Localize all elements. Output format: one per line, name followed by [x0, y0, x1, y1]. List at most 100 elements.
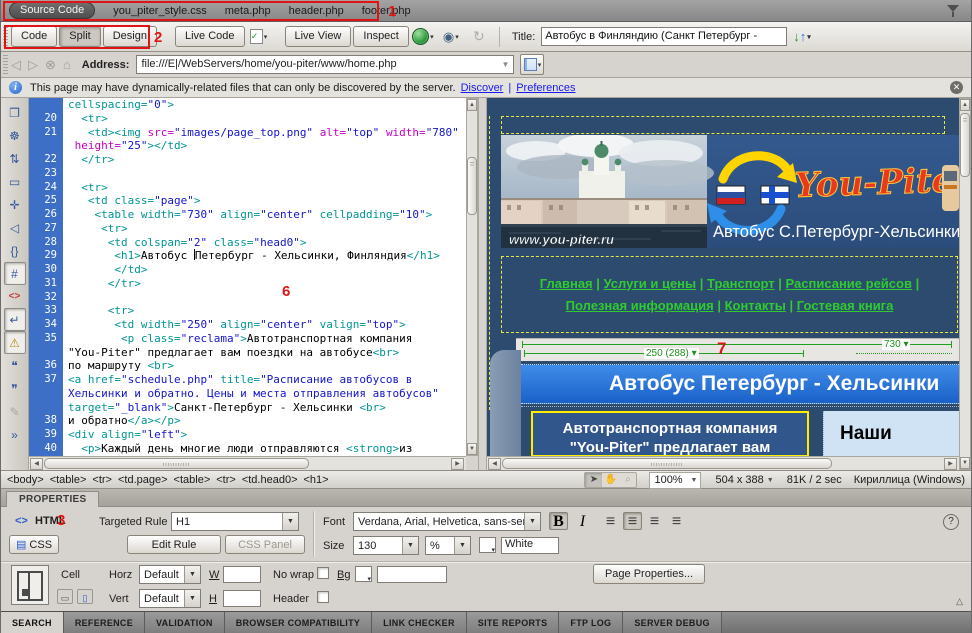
- nav-link[interactable]: Транспорт: [707, 276, 775, 291]
- file-management-icon[interactable]: ↓↑▾: [793, 29, 811, 44]
- inspect-button[interactable]: Inspect: [353, 26, 408, 47]
- preferences-link[interactable]: Preferences: [516, 82, 575, 94]
- results-tab-search[interactable]: SEARCH: [1, 612, 64, 633]
- pane-splitter[interactable]: [478, 98, 487, 470]
- select-tool-icon[interactable]: ➤: [585, 473, 602, 487]
- title-input[interactable]: Автобус в Финляндию (Санкт Петербург - Х…: [541, 27, 787, 46]
- zoom-level-select[interactable]: 100%▼: [649, 472, 701, 489]
- address-input[interactable]: file:///E|/WebServers/home/you-piter/www…: [136, 55, 514, 74]
- split-view-button[interactable]: Split: [59, 26, 100, 47]
- design-horizontal-scrollbar[interactable]: ◀ ▶: [487, 456, 959, 470]
- address-dropdown-icon[interactable]: ▼: [502, 56, 510, 73]
- bold-button[interactable]: B: [549, 512, 568, 530]
- size-select[interactable]: 130▼: [353, 536, 419, 555]
- visual-aids-icon[interactable]: ◉▾: [439, 27, 463, 47]
- source-code-tab[interactable]: Source Code: [9, 2, 95, 19]
- align-left-button[interactable]: ≡: [601, 512, 620, 530]
- results-tab-ftp-log[interactable]: FTP LOG: [559, 612, 623, 633]
- results-tab-browser-compatibility[interactable]: BROWSER COMPATIBILITY: [225, 612, 372, 633]
- line-numbers-icon[interactable]: #: [4, 262, 26, 285]
- h1-banner[interactable]: Автобус Петербург - Хельсинки: [521, 364, 959, 404]
- filter-related-files-icon[interactable]: [947, 5, 959, 17]
- edit-rule-button[interactable]: Edit Rule: [127, 535, 221, 554]
- align-center-button[interactable]: ≡: [623, 512, 642, 530]
- code-horizontal-scrollbar[interactable]: ◀ ▶: [29, 456, 466, 470]
- bg-color-swatch[interactable]: [355, 566, 372, 582]
- related-file-tab[interactable]: meta.php: [225, 5, 271, 17]
- split-cell-icon[interactable]: ▯: [77, 589, 93, 604]
- table-width-bar[interactable]: 730 ▾ 250 (288) ▾: [516, 338, 959, 361]
- nav-link[interactable]: Полезная информация: [566, 298, 714, 313]
- tag-selector-item[interactable]: <td.head0>: [242, 474, 298, 486]
- discover-link[interactable]: Discover: [461, 82, 504, 94]
- design-vertical-scrollbar[interactable]: ▲ ▼: [959, 98, 971, 470]
- tag-selector-item[interactable]: <h1>: [304, 474, 329, 486]
- no-wrap-checkbox[interactable]: [317, 567, 329, 579]
- table-width-label-inner[interactable]: 250 (288) ▾: [644, 348, 699, 359]
- vert-select[interactable]: Default▼: [139, 589, 201, 608]
- tag-selector-item[interactable]: <table>: [50, 474, 87, 486]
- text-color-input[interactable]: White: [501, 537, 559, 554]
- apply-comment-icon[interactable]: ❝: [4, 354, 26, 377]
- design-view-button[interactable]: Design: [103, 26, 157, 47]
- toolbar-grip[interactable]: [3, 27, 8, 47]
- header-checkbox[interactable]: [317, 591, 329, 603]
- nav-link[interactable]: Услуги и цены: [604, 276, 697, 291]
- toolbar-grip[interactable]: [3, 55, 8, 75]
- text-color-swatch[interactable]: [479, 537, 496, 553]
- highlight-invalid-code-icon[interactable]: <>: [4, 285, 26, 308]
- related-file-tab[interactable]: footer.php: [362, 5, 411, 17]
- tag-selector-item[interactable]: <table>: [174, 474, 211, 486]
- nav-link[interactable]: Главная: [540, 276, 593, 291]
- check-page-icon[interactable]: ✓▾: [247, 27, 271, 47]
- view-options-icon[interactable]: ▾: [520, 54, 544, 75]
- window-size-select[interactable]: 504 x 388▼: [711, 473, 776, 488]
- format-source-icon[interactable]: ✎: [4, 400, 26, 423]
- horz-select[interactable]: Default▼: [139, 565, 201, 584]
- preview-in-browser-icon[interactable]: ▾: [411, 27, 435, 47]
- tag-selector-item[interactable]: <td.page>: [118, 474, 168, 486]
- results-tab-server-debug[interactable]: SERVER DEBUG: [623, 612, 721, 633]
- nav-link[interactable]: Расписание рейсов: [786, 276, 912, 291]
- refresh-icon[interactable]: ↻: [467, 27, 491, 47]
- nav-link[interactable]: Контакты: [725, 298, 786, 313]
- targeted-rule-select[interactable]: H1▼: [171, 512, 299, 531]
- code-navigator-icon[interactable]: ☸: [4, 124, 26, 147]
- more-options-icon[interactable]: »: [4, 423, 26, 446]
- help-icon[interactable]: ?: [943, 514, 959, 530]
- collapse-panel-icon[interactable]: △: [956, 596, 963, 607]
- remove-comment-icon[interactable]: ❞: [4, 377, 26, 400]
- collapse-selection-icon[interactable]: ▭: [4, 170, 26, 193]
- services-cell[interactable]: Наши услуги: [823, 411, 959, 457]
- related-file-tab[interactable]: header.php: [289, 5, 344, 17]
- results-tab-validation[interactable]: VALIDATION: [145, 612, 225, 633]
- nav-link[interactable]: Гостевая книга: [797, 298, 894, 313]
- css-panel-button[interactable]: CSS Panel: [225, 535, 305, 554]
- tag-selector-item[interactable]: <tr>: [216, 474, 236, 486]
- width-input[interactable]: [223, 566, 261, 583]
- close-info-bar-icon[interactable]: ✕: [950, 81, 963, 94]
- code-vertical-scrollbar[interactable]: ▲ ▼: [466, 98, 478, 456]
- home-icon[interactable]: ⌂: [63, 57, 71, 72]
- tag-selector-item[interactable]: <body>: [7, 474, 44, 486]
- syntax-error-alerts-icon[interactable]: ⚠: [4, 331, 26, 354]
- hand-tool-icon[interactable]: ✋: [602, 473, 619, 487]
- table-width-label-outer[interactable]: 730 ▾: [882, 339, 910, 350]
- html-mode-button[interactable]: HTML: [35, 515, 66, 527]
- related-file-tab[interactable]: you_piter_style.css: [113, 5, 207, 17]
- properties-tab[interactable]: PROPERTIES: [6, 491, 99, 508]
- align-right-button[interactable]: ≡: [645, 512, 664, 530]
- css-mode-button[interactable]: ▤ CSS: [9, 535, 59, 554]
- align-justify-button[interactable]: ≡: [667, 512, 686, 530]
- height-input[interactable]: [223, 590, 261, 607]
- code-editor[interactable]: cellspacing="0">20 <tr>21 <td><img src="…: [29, 98, 466, 456]
- results-tab-reference[interactable]: REFERENCE: [64, 612, 145, 633]
- forward-icon[interactable]: ▷: [28, 57, 38, 73]
- page-properties-button[interactable]: Page Properties...: [593, 564, 705, 584]
- code-view-button[interactable]: Code: [11, 26, 57, 47]
- stop-icon[interactable]: ⊗: [45, 57, 56, 73]
- live-code-button[interactable]: Live Code: [175, 26, 245, 47]
- live-view-button[interactable]: Live View: [285, 26, 352, 47]
- open-documents-icon[interactable]: ❐: [4, 101, 26, 124]
- expand-all-icon[interactable]: ✛: [4, 193, 26, 216]
